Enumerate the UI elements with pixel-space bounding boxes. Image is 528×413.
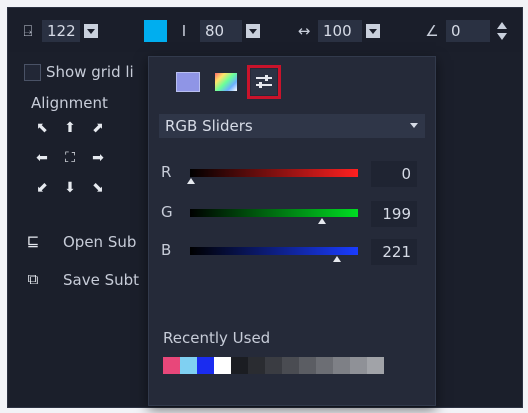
align-bottom-left-icon[interactable]: ⬋	[34, 180, 50, 196]
show-grid-label: Show grid li	[46, 63, 134, 81]
align-top-right-icon[interactable]: ⬈	[90, 120, 106, 136]
swatch-mode-icon	[176, 72, 200, 92]
blue-slider-track[interactable]	[190, 247, 358, 255]
recent-color-swatch[interactable]	[350, 357, 367, 374]
align-bottom-right-icon[interactable]: ⬊	[90, 180, 106, 196]
spacing-dropdown-button[interactable]	[366, 24, 380, 38]
align-right-icon[interactable]: ➡	[90, 150, 106, 166]
align-top-left-icon[interactable]: ⬉	[34, 120, 50, 136]
green-slider-thumb[interactable]	[318, 218, 326, 224]
angle-icon: ∠	[425, 22, 439, 40]
color-mode-dropdown[interactable]: RGB Sliders	[159, 114, 425, 138]
recent-color-swatch[interactable]	[163, 357, 180, 374]
red-slider-thumb[interactable]	[187, 178, 195, 184]
blue-slider-thumb[interactable]	[333, 256, 341, 262]
spectrum-mode-button[interactable]	[213, 69, 239, 95]
angle-group: ∠ 0	[424, 20, 508, 42]
slider-mode-button[interactable]	[247, 65, 281, 99]
align-center-icon[interactable]: ⛶	[62, 150, 78, 166]
green-slider-track[interactable]	[190, 209, 358, 217]
recent-color-swatch[interactable]	[316, 357, 333, 374]
green-slider-row: G 199	[159, 201, 427, 227]
width-icon: ⍈	[23, 22, 33, 40]
align-left-icon[interactable]: ⬅	[34, 150, 50, 166]
app-window: ⍈ 122 Ⅰ 80 ↔ 100 ∠ 0 Show grid li Alignm…	[7, 7, 523, 408]
sliders-icon	[256, 75, 272, 88]
recent-color-swatch[interactable]	[214, 357, 231, 374]
swatch-mode-button[interactable]	[175, 69, 201, 95]
color-picker-popup: RGB Sliders R 0 G 199 B 221 Recently Use…	[148, 56, 436, 406]
alignment-grid: ⬉ ⬆ ⬈ ⬅ ⛶ ➡ ⬋ ⬇ ⬊	[34, 120, 114, 198]
recent-color-swatch[interactable]	[333, 357, 350, 374]
green-value-input[interactable]: 199	[371, 201, 417, 227]
save-subtitle-label[interactable]: Save Subt	[63, 271, 139, 289]
fill-color-group	[144, 20, 167, 42]
open-subtitle-icon[interactable]: ⊑	[24, 232, 42, 250]
chevron-down-icon	[410, 123, 418, 128]
recent-color-swatch[interactable]	[231, 357, 248, 374]
blue-slider-row: B 221	[159, 239, 427, 265]
height-dropdown-button[interactable]	[246, 24, 260, 38]
recently-used-label: Recently Used	[163, 329, 271, 347]
spacing-group: ↔ 100	[296, 20, 380, 42]
angle-input[interactable]: 0	[446, 20, 490, 42]
recent-color-swatch[interactable]	[180, 357, 197, 374]
recent-color-swatch[interactable]	[282, 357, 299, 374]
align-top-icon[interactable]: ⬆	[62, 120, 78, 136]
show-grid-checkbox[interactable]	[24, 64, 41, 81]
blue-value-input[interactable]: 221	[371, 239, 417, 265]
height-icon: Ⅰ	[181, 22, 187, 40]
align-bottom-icon[interactable]: ⬇	[62, 180, 78, 196]
blue-channel-label: B	[161, 241, 172, 259]
color-mode-value: RGB Sliders	[165, 117, 253, 135]
red-slider-track[interactable]	[190, 169, 358, 177]
recent-color-swatch[interactable]	[299, 357, 316, 374]
width-dropdown-button[interactable]	[84, 24, 98, 38]
recent-color-swatch[interactable]	[265, 357, 282, 374]
spacing-icon: ↔	[297, 22, 311, 40]
red-channel-label: R	[161, 163, 172, 181]
height-group: Ⅰ 80	[176, 20, 260, 42]
top-toolbar: ⍈ 122 Ⅰ 80 ↔ 100 ∠ 0	[8, 8, 522, 52]
width-input[interactable]: 122	[42, 20, 80, 42]
fill-color-swatch[interactable]	[144, 20, 167, 42]
recent-colors-row	[163, 357, 384, 374]
angle-up-icon[interactable]	[497, 22, 507, 29]
spectrum-mode-icon	[215, 73, 237, 91]
alignment-label: Alignment	[31, 94, 108, 112]
recent-color-swatch[interactable]	[197, 357, 214, 374]
open-subtitle-label[interactable]: Open Sub	[63, 233, 136, 251]
angle-down-icon[interactable]	[497, 33, 507, 40]
height-input[interactable]: 80	[200, 20, 242, 42]
recent-color-swatch[interactable]	[367, 357, 384, 374]
red-slider-row: R 0	[159, 161, 427, 187]
angle-spinner[interactable]	[496, 20, 508, 42]
width-group: ⍈ 122	[20, 20, 98, 42]
save-subtitle-icon[interactable]: ⧉	[24, 270, 42, 288]
green-channel-label: G	[161, 203, 173, 221]
red-value-input[interactable]: 0	[371, 161, 417, 187]
recent-color-swatch[interactable]	[248, 357, 265, 374]
spacing-input[interactable]: 100	[318, 20, 362, 42]
